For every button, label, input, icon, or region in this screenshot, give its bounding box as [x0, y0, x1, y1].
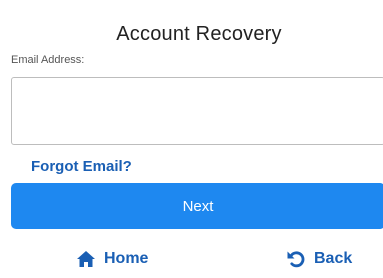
next-button[interactable]: Next — [11, 183, 383, 229]
home-label: Home — [104, 250, 149, 267]
forgot-email-link[interactable]: Forgot Email? — [31, 157, 132, 177]
email-label: Email Address: — [11, 54, 85, 66]
home-link[interactable]: Home — [76, 248, 148, 270]
email-field[interactable] — [11, 77, 383, 145]
back-label: Back — [314, 250, 353, 267]
undo-icon — [286, 250, 308, 268]
home-icon — [76, 250, 98, 268]
account-recovery-page: Account Recovery Email Address: Forgot E… — [0, 0, 383, 278]
back-link[interactable]: Back — [286, 248, 352, 270]
page-title: Account Recovery — [116, 23, 282, 45]
